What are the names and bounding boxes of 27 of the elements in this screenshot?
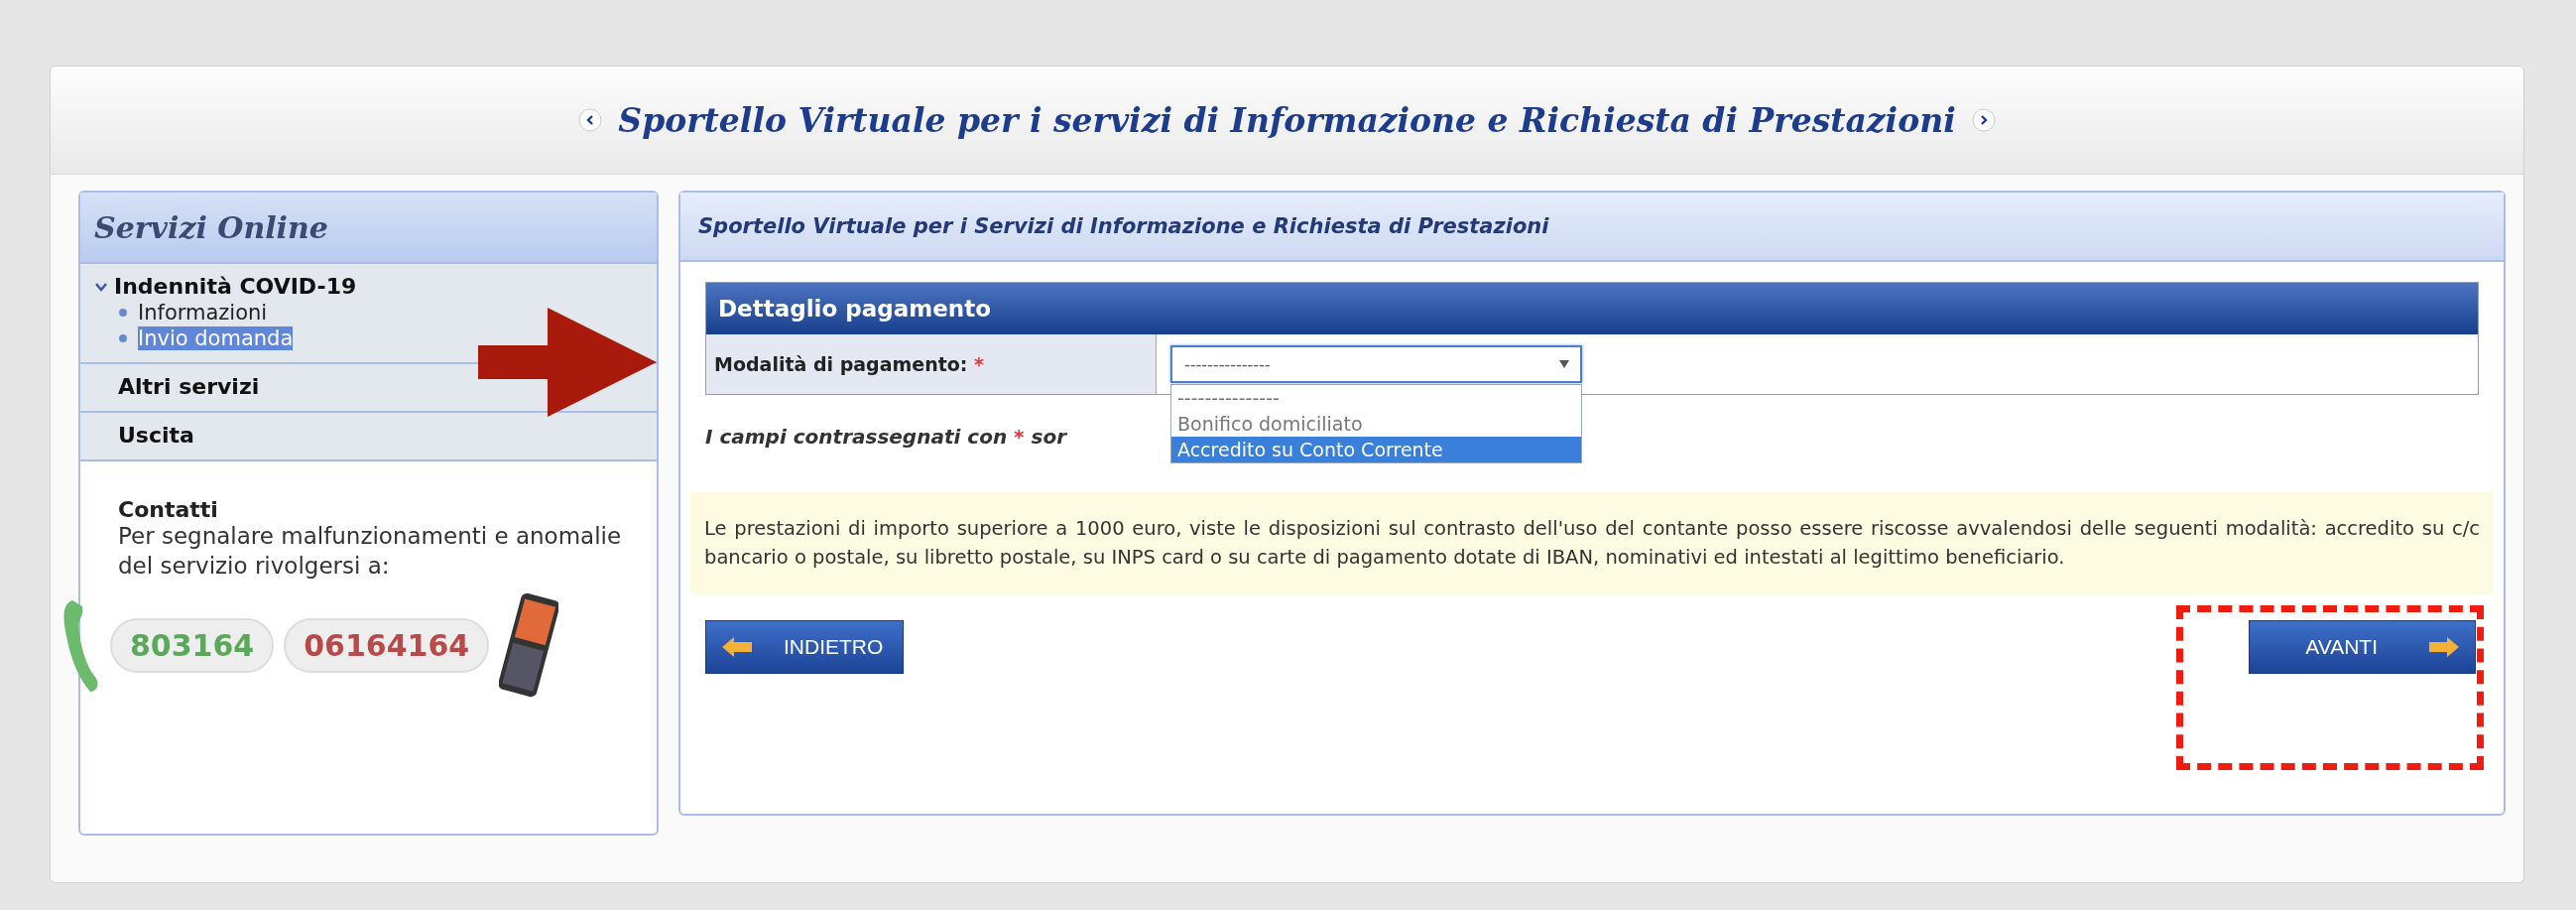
payment-method-dropdown[interactable]: --------------- — [1170, 345, 1582, 383]
back-button[interactable]: INDIETRO — [705, 619, 905, 674]
phone-number: 06164164 — [284, 618, 490, 674]
right-chevron-icon[interactable] — [1971, 108, 1996, 132]
panel-title: Sportello Virtuale per i Servizi di Informazione e Richiesta di Prestazioni — [680, 193, 2504, 262]
contacts-text: Per segnalare malfunzionamenti e anomalie del servizio rivolgersi a: — [118, 522, 623, 581]
section-header: Dettaglio pagamento — [706, 283, 2478, 334]
sidebar-title: Servizi Online — [80, 193, 657, 264]
required-fields-note: I campi contrassegnati con * sor — [705, 425, 1067, 449]
left-arrow-icon — [720, 635, 754, 658]
menu-link[interactable]: Invio domanda — [138, 326, 294, 350]
contacts-title: Contatti — [118, 497, 219, 522]
bullet-icon — [118, 308, 128, 318]
page-title: Sportello Virtuale per i servizi di Informazione e Richiesta di Prestazioni — [618, 100, 1956, 140]
info-message: Le prestazioni di importo superiore a 1000 euro, viste le disposizioni sul contrasto dell'uso del contante posso essere riscosse avvalendosi delle seguenti modalità: accredito su c/c bancario o postale, su libretto postale, su INPS card o su carte di pagamento dotate di IBAN, nominativi ed intestati al legittimo beneficiario. — [690, 492, 2494, 594]
dropdown-option[interactable]: Accredito su Conto Corrente — [1171, 437, 1581, 462]
dropdown-option[interactable]: Bonifico domiciliato — [1171, 411, 1581, 437]
field-label: Modalità di pagamento: * — [706, 334, 1157, 394]
caret-icon — [1558, 359, 1570, 369]
menu-item[interactable]: Indennità COVID-19 — [94, 274, 643, 299]
phone-number: 803164 — [110, 618, 275, 674]
next-button[interactable]: AVANTI — [2249, 619, 2476, 674]
left-chevron-icon[interactable] — [578, 108, 603, 132]
right-arrow-icon — [2427, 635, 2461, 658]
menu-link[interactable]: Informazioni — [138, 301, 268, 325]
dropdown-option[interactable]: --------------- — [1171, 385, 1581, 411]
bullet-icon — [118, 333, 128, 343]
